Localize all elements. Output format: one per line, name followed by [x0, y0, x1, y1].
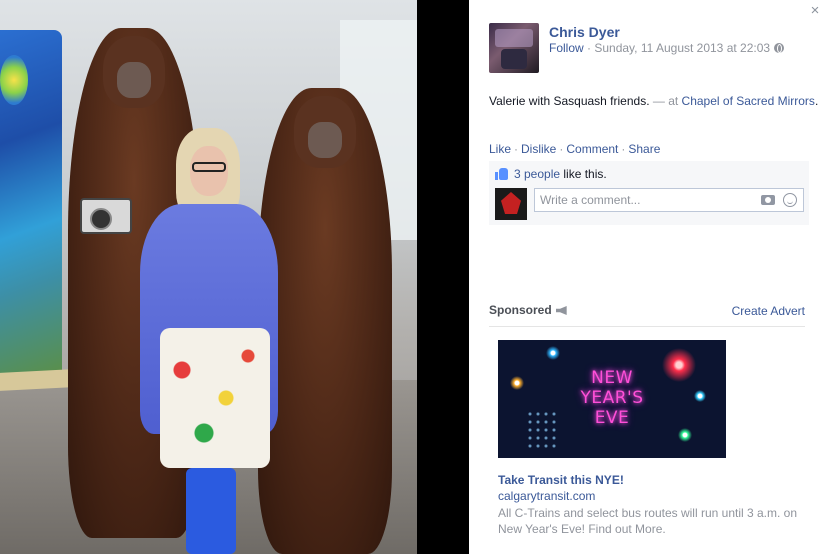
- photo-camera: [80, 198, 132, 234]
- action-dot: ·: [559, 142, 564, 156]
- like-summary-suffix: like this.: [560, 167, 607, 181]
- action-dot: ·: [514, 142, 519, 156]
- firework: [546, 346, 560, 360]
- viewer-avatar: [495, 188, 527, 220]
- dislike-link[interactable]: Dislike: [521, 142, 556, 156]
- close-icon[interactable]: ×: [808, 3, 822, 18]
- status-period: .: [814, 94, 819, 108]
- ad-image[interactable]: NEW YEAR'S EVE: [498, 340, 726, 458]
- photo-painting: [0, 30, 62, 390]
- megaphone-icon: [555, 306, 567, 315]
- thumbs-up-icon: [495, 168, 508, 180]
- post-actions: Like · Dislike · Comment · Share: [489, 142, 660, 156]
- post-detail-pane: × Chris Dyer Follow · Sunday, 11 August …: [469, 0, 832, 554]
- author-name[interactable]: Chris Dyer: [549, 24, 620, 40]
- follow-link[interactable]: Follow: [549, 41, 584, 55]
- sponsored-header: Sponsored Create Advert: [489, 303, 805, 327]
- comment-input[interactable]: Write a comment...: [534, 188, 804, 212]
- ad-domain[interactable]: calgarytransit.com: [498, 489, 595, 503]
- emoji-icon[interactable]: [783, 193, 797, 207]
- post-photo[interactable]: [0, 0, 417, 554]
- likers-link[interactable]: 3 people: [514, 167, 560, 181]
- meta-separator: ·: [583, 41, 595, 55]
- like-summary: 3 people like this.: [495, 167, 607, 181]
- feedback-box: 3 people like this. Write a comment...: [489, 161, 809, 225]
- sponsored-label: Sponsored: [489, 303, 567, 317]
- post-timestamp[interactable]: Sunday, 11 August 2013 at 22:03: [594, 41, 770, 55]
- camera-icon[interactable]: [761, 195, 775, 205]
- globe-icon[interactable]: [774, 43, 785, 53]
- ad-body: All C-Trains and select bus routes will …: [498, 506, 798, 536]
- post-meta: Follow · Sunday, 11 August 2013 at 22:03: [549, 41, 785, 55]
- comment-link[interactable]: Comment: [566, 142, 618, 156]
- ad-image-headline: NEW YEAR'S EVE: [580, 368, 644, 428]
- comment-placeholder: Write a comment...: [540, 193, 641, 207]
- post-status-text: Valerie with Sasquash friends. — at Chap…: [489, 92, 819, 110]
- location-link[interactable]: Chapel of Sacred Mirrors: [682, 94, 815, 108]
- action-dot: ·: [621, 142, 626, 156]
- photo-divider: [417, 0, 469, 554]
- like-link[interactable]: Like: [489, 142, 511, 156]
- ad-title[interactable]: Take Transit this NYE!: [498, 473, 624, 487]
- create-advert-link[interactable]: Create Advert: [732, 304, 805, 318]
- firework: [678, 428, 692, 442]
- status-caption: Valerie with Sasquash friends.: [489, 94, 650, 108]
- status-at-separator: — at: [649, 94, 682, 108]
- share-link[interactable]: Share: [628, 142, 660, 156]
- photo-woman: [140, 128, 280, 554]
- author-avatar[interactable]: [489, 23, 539, 73]
